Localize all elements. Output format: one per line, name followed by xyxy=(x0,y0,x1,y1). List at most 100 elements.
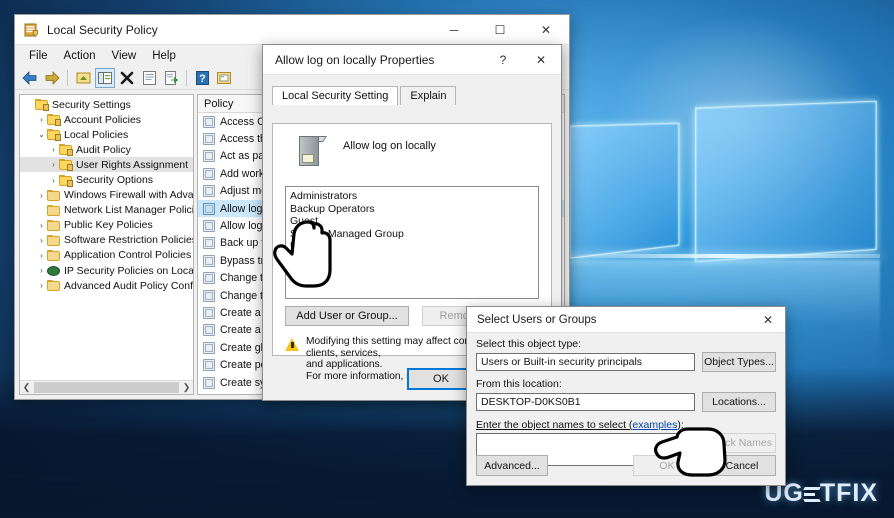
toolbar-separator xyxy=(67,69,68,86)
mmc-titlebar[interactable]: Local Security Policy ─ ☐ ✕ xyxy=(15,15,569,45)
close-button[interactable]: ✕ xyxy=(523,15,569,45)
tree-item-security-options[interactable]: › Security Options xyxy=(20,172,193,187)
object-types-button[interactable]: Object Types... xyxy=(702,352,776,372)
folder-icon xyxy=(47,219,60,231)
scroll-right-icon[interactable]: ❯ xyxy=(180,382,193,393)
properties-close-button[interactable]: ✕ xyxy=(521,45,561,75)
tree-item-audit-policy[interactable]: › Audit Policy xyxy=(20,142,193,157)
show-hide-console-tree-icon[interactable] xyxy=(95,67,115,88)
menu-file[interactable]: File xyxy=(21,48,56,64)
policy-name-label: Allow log on locally xyxy=(343,140,436,152)
list-item[interactable]: System Managed Group xyxy=(290,228,538,241)
scrollbar-thumb[interactable] xyxy=(34,382,179,393)
policy-item-icon xyxy=(203,393,215,394)
tree-item-account-policies[interactable]: › Account Policies xyxy=(20,112,193,127)
locked-folder-icon xyxy=(59,174,73,187)
back-arrow-icon[interactable] xyxy=(20,68,40,88)
tree-item-user-rights-assignment[interactable]: › User Rights Assignment xyxy=(20,157,193,173)
tree-twisty-icon[interactable]: › xyxy=(36,251,47,260)
menu-view[interactable]: View xyxy=(104,48,145,64)
properties-icon[interactable] xyxy=(139,68,159,88)
list-item[interactable]: Backup Operators xyxy=(290,203,538,216)
tab-local-security-setting[interactable]: Local Security Setting xyxy=(272,86,399,105)
policy-item-icon xyxy=(203,133,215,146)
advanced-button[interactable]: Advanced... xyxy=(476,455,548,476)
tree-twisty-icon[interactable]: › xyxy=(36,266,47,275)
toolbar-separator xyxy=(186,69,187,86)
select-users-titlebar[interactable]: Select Users or Groups ✕ xyxy=(467,307,785,333)
maximize-button[interactable]: ☐ xyxy=(477,15,523,45)
locked-folder-icon xyxy=(47,114,61,127)
tree-item-public-key-policies[interactable]: › Public Key Policies xyxy=(20,218,193,233)
members-listbox[interactable]: Administrators Backup Operators Guest Syste… xyxy=(285,186,539,299)
tree-item-security-settings[interactable]: Security Settings xyxy=(20,97,193,112)
folder-icon xyxy=(47,280,60,292)
tree-item-local-policies[interactable]: ⌄ Local Policies xyxy=(20,127,193,142)
forward-arrow-icon[interactable] xyxy=(42,68,62,88)
examples-link[interactable]: examples xyxy=(632,419,677,431)
properties-header: Allow log on locally xyxy=(273,124,551,168)
watermark-stylized-e-icon xyxy=(803,483,821,505)
tree-item-application-control-policies[interactable]: › Application Control Policies xyxy=(20,248,193,263)
list-item[interactable]: Guest xyxy=(290,215,538,228)
list-item[interactable]: Users xyxy=(290,240,538,253)
tree-twisty-icon[interactable]: ⌄ xyxy=(36,130,47,139)
locations-button[interactable]: Locations... xyxy=(702,392,776,412)
tree-item-label: Software Restriction Policies xyxy=(64,234,194,247)
object-type-label: Select this object type: xyxy=(476,338,582,350)
add-user-or-group-button[interactable]: Add User or Group... xyxy=(285,306,409,326)
menu-action[interactable]: Action xyxy=(56,48,104,64)
select-users-close-button[interactable]: ✕ xyxy=(751,307,785,333)
tree-twisty-icon[interactable]: › xyxy=(36,115,47,124)
locked-folder-icon xyxy=(47,129,61,142)
tree-twisty-icon[interactable]: › xyxy=(48,145,59,154)
policy-item-icon xyxy=(203,306,215,319)
tab-explain[interactable]: Explain xyxy=(400,86,457,105)
tree-item-label: Account Policies xyxy=(64,113,142,126)
export-list-icon[interactable] xyxy=(161,68,181,88)
tree-item-software-restriction-policies[interactable]: › Software Restriction Policies xyxy=(20,233,193,248)
tree-item-label: IP Security Policies on Local Compute xyxy=(64,264,194,277)
properties-titlebar[interactable]: Allow log on locally Properties ? ✕ xyxy=(263,45,561,75)
scroll-left-icon[interactable]: ❮ xyxy=(20,382,33,393)
policy-item-icon xyxy=(203,202,215,215)
select-users-footer: Advanced... OK Cancel xyxy=(476,455,776,476)
select-users-or-groups-dialog: Select Users or Groups ✕ Select this obj… xyxy=(466,306,786,486)
help-question-button[interactable]: ? xyxy=(485,45,521,75)
list-item[interactable]: Administrators xyxy=(290,190,538,203)
policy-item-icon xyxy=(203,289,215,302)
policy-item-icon xyxy=(203,376,215,389)
policy-item-icon xyxy=(203,359,215,372)
tree-item-advanced-audit-policy-configuration[interactable]: › Advanced Audit Policy Configuration xyxy=(20,278,193,293)
tree-twisty-icon[interactable]: › xyxy=(36,221,47,230)
object-type-input[interactable]: Users or Built-in security principals xyxy=(476,353,695,371)
tree-item-network-list-manager-policies[interactable]: Network List Manager Policies xyxy=(20,203,193,218)
tree-horizontal-scrollbar[interactable]: ❮ ❯ xyxy=(20,380,193,394)
tree-twisty-icon[interactable]: › xyxy=(36,281,47,290)
location-input[interactable]: DESKTOP-D0KS0B1 xyxy=(476,393,695,411)
warning-triangle-icon xyxy=(285,338,300,352)
select-users-cancel-button[interactable]: Cancel xyxy=(708,455,776,476)
tree-item-label: Public Key Policies xyxy=(64,219,153,232)
tree-twisty-icon[interactable]: › xyxy=(48,176,59,185)
shield-folder-icon xyxy=(35,99,49,112)
delete-icon[interactable] xyxy=(117,68,137,88)
console-tree-pane[interactable]: Security Settings › Account Policies ⌄ Local… xyxy=(19,94,194,395)
minimize-button[interactable]: ─ xyxy=(431,15,477,45)
folder-icon xyxy=(47,204,60,216)
tree-item-ip-security-policies-on-local-compute[interactable]: › IP Security Policies on Local Compute xyxy=(20,263,193,278)
properties-ok-button[interactable]: OK xyxy=(407,368,475,390)
tree-item-label: Local Policies xyxy=(64,128,129,141)
refresh-icon[interactable] xyxy=(214,68,234,88)
tree-item-windows-firewall-with-advanced-sec[interactable]: › Windows Firewall with Advanced Sec xyxy=(20,188,193,203)
tree-twisty-icon[interactable]: › xyxy=(36,236,47,245)
tree-twisty-icon[interactable]: › xyxy=(36,191,47,200)
select-users-title: Select Users or Groups xyxy=(477,313,597,326)
menu-help[interactable]: Help xyxy=(144,48,184,64)
tree-twisty-icon[interactable]: › xyxy=(48,160,59,169)
up-one-level-icon[interactable] xyxy=(73,68,93,88)
policy-item-icon xyxy=(203,115,215,128)
security-policy-icon xyxy=(24,23,38,37)
policy-item-icon xyxy=(203,167,215,180)
help-icon[interactable]: ? xyxy=(192,68,212,88)
